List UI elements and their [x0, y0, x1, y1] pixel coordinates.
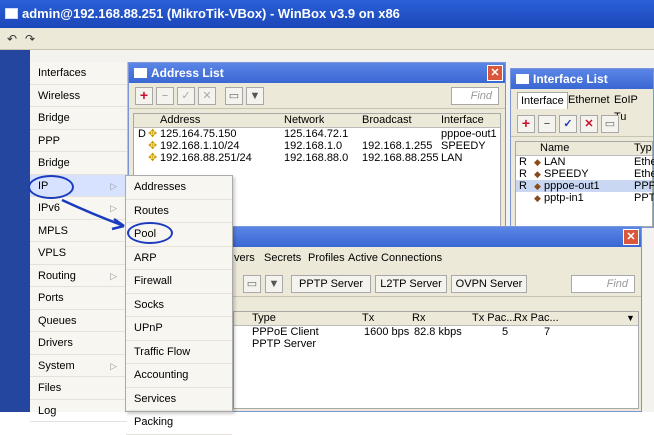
submenu-item[interactable]: Packing — [126, 411, 232, 435]
annotation-arrow — [61, 198, 125, 231]
